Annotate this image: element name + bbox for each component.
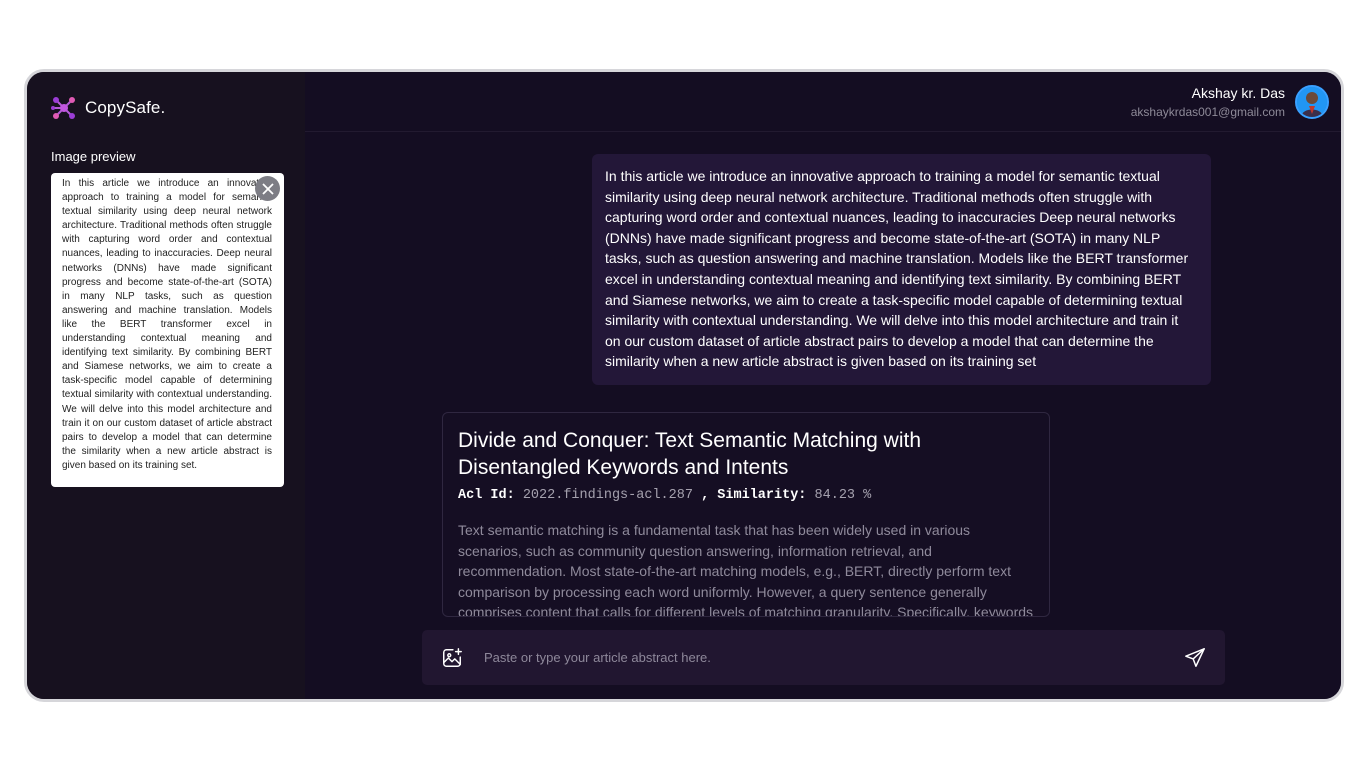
avatar[interactable] bbox=[1295, 85, 1329, 119]
result-card: Divide and Conquer: Text Semantic Matchi… bbox=[442, 412, 1050, 617]
meta-separator: , bbox=[701, 488, 710, 503]
similarity-label: Similarity: bbox=[717, 488, 807, 503]
user-message: In this article we introduce an innovati… bbox=[592, 154, 1211, 385]
brand-name: CopySafe. bbox=[85, 98, 166, 117]
molecule-icon bbox=[51, 95, 77, 121]
close-icon[interactable] bbox=[255, 176, 280, 201]
top-bar: Akshay kr. Das akshaykrdas001@gmail.com bbox=[305, 72, 1341, 132]
image-add-icon[interactable] bbox=[440, 646, 464, 670]
acl-id-label: Acl Id: bbox=[458, 488, 515, 503]
brand[interactable]: CopySafe. bbox=[51, 94, 283, 122]
acl-id-value: 2022.findings-acl.287 bbox=[522, 488, 693, 503]
image-preview: In this article we introduce an innovati… bbox=[51, 173, 284, 487]
user-profile[interactable]: Akshay kr. Das akshaykrdas001@gmail.com bbox=[1131, 85, 1329, 119]
result-abstract: Text semantic matching is a fundamental … bbox=[458, 522, 1034, 617]
chat-area: Akshay kr. Das akshaykrdas001@gmail.com … bbox=[305, 72, 1341, 699]
image-preview-label: Image preview bbox=[51, 149, 136, 164]
user-email: akshaykrdas001@gmail.com bbox=[1130, 105, 1285, 119]
abstract-input[interactable] bbox=[484, 650, 1183, 665]
similarity-value: 84.23 % bbox=[814, 488, 872, 503]
user-name: Akshay kr. Das bbox=[1191, 85, 1285, 101]
result-title: Divide and Conquer: Text Semantic Matchi… bbox=[458, 429, 922, 479]
sidebar: CopySafe. Image preview In this article … bbox=[27, 72, 305, 699]
image-preview-text: In this article we introduce an innovati… bbox=[62, 178, 272, 471]
app-window: CopySafe. Image preview In this article … bbox=[24, 69, 1344, 702]
composer bbox=[422, 630, 1225, 685]
result-meta: Acl Id: 2022.findings-acl.287 , Similari… bbox=[458, 488, 1034, 503]
send-icon[interactable] bbox=[1183, 646, 1207, 670]
